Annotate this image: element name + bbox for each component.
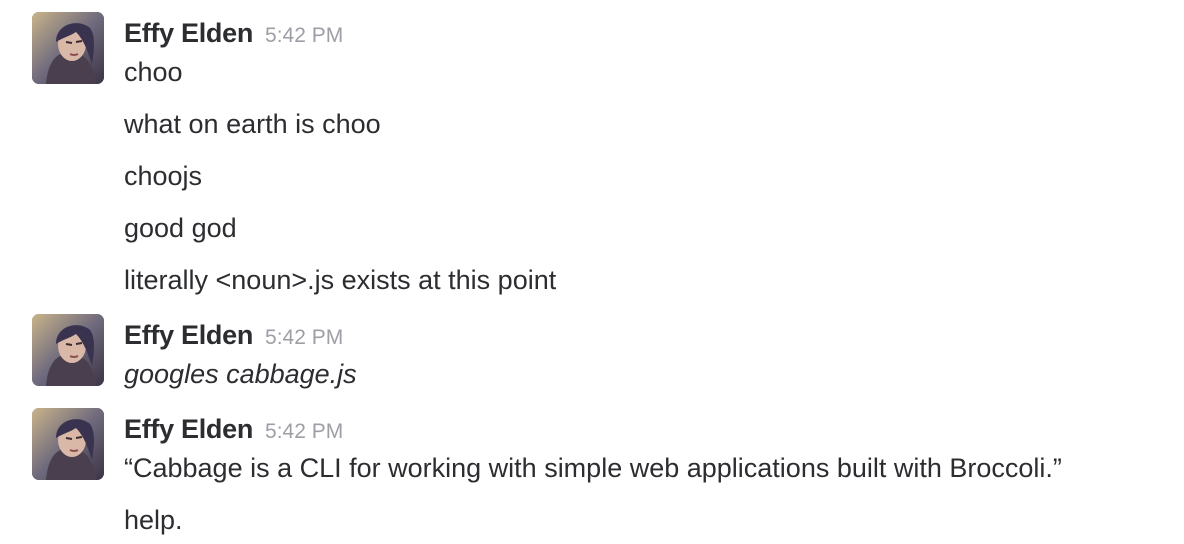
timestamp[interactable]: 5:42 PM	[265, 24, 343, 47]
avatar[interactable]	[32, 12, 104, 84]
user-avatar-icon	[32, 12, 104, 84]
timestamp[interactable]: 5:42 PM	[265, 326, 343, 349]
sender-name[interactable]: Effy Elden	[124, 18, 253, 48]
sender-name[interactable]: Effy Elden	[124, 414, 253, 444]
message-text: choo	[124, 57, 183, 87]
message-text: googles cabbage.js	[124, 359, 357, 389]
avatar[interactable]	[32, 314, 104, 386]
avatar[interactable]	[32, 408, 104, 480]
message-text: literally <noun>.js exists at this point	[124, 265, 557, 295]
message-header: Effy Elden 5:42 PM	[124, 320, 343, 350]
user-avatar-icon	[32, 408, 104, 480]
message-text: what on earth is choo	[124, 109, 381, 139]
message-text: help.	[124, 505, 183, 535]
message-text: good god	[124, 213, 237, 243]
sender-name[interactable]: Effy Elden	[124, 320, 253, 350]
message-header: Effy Elden 5:42 PM	[124, 414, 343, 444]
message-group: Effy Elden 5:42 PM “Cabbage is a CLI for …	[0, 408, 1184, 544]
timestamp[interactable]: 5:42 PM	[265, 420, 343, 443]
message-text: “Cabbage is a CLI for working with simpl…	[124, 453, 1062, 483]
message-group: Effy Elden 5:42 PM choo what on earth is …	[0, 12, 1184, 302]
message-header: Effy Elden 5:42 PM	[124, 18, 343, 48]
message-group: Effy Elden 5:42 PM googles cabbage.js	[0, 314, 1184, 394]
user-avatar-icon	[32, 314, 104, 386]
message-text: choojs	[124, 161, 203, 191]
